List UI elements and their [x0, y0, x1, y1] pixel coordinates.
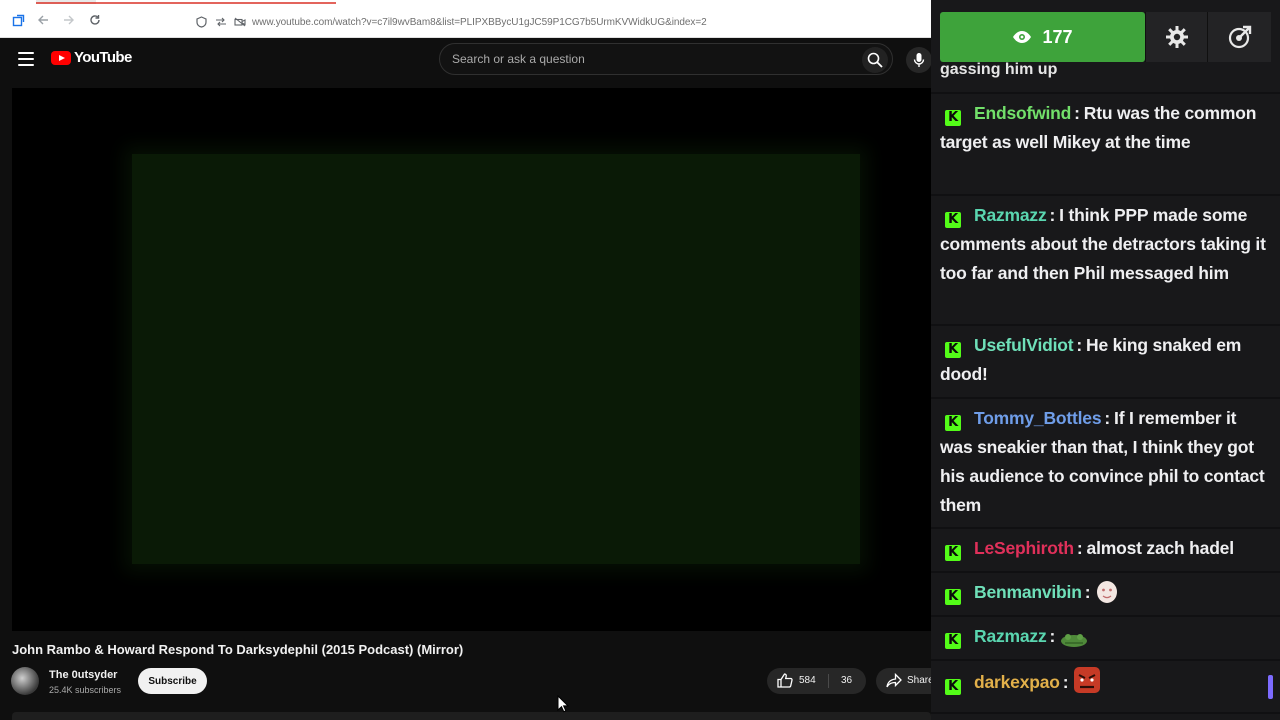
youtube-logo-text: YouTube	[74, 49, 132, 66]
chat-username[interactable]: Razmazz	[974, 205, 1047, 225]
chat-username[interactable]: Endsofwind	[974, 103, 1071, 123]
mouse-cursor-icon	[557, 695, 569, 713]
kick-badge-icon: K	[945, 342, 961, 358]
chat-username[interactable]: Benmanvibin	[974, 582, 1082, 602]
menu-icon[interactable]	[18, 52, 34, 66]
subscribe-button[interactable]: Subscribe	[138, 668, 207, 694]
frog-emote-icon	[1061, 634, 1088, 647]
site-info-icon[interactable]	[195, 16, 208, 29]
chat-divider	[931, 659, 1280, 661]
chat-username[interactable]: Razmazz	[974, 626, 1047, 646]
kick-badge-icon: K	[945, 415, 961, 431]
chat-text: almost zach hadel	[1086, 538, 1235, 558]
thumbs-up-icon	[777, 673, 793, 688]
youtube-logo[interactable]: YouTube	[51, 49, 132, 66]
browser-toolbar: www.youtube.com/watch?v=c7il9wvBam8&list…	[0, 0, 931, 38]
chat-message: K UsefulVidiot: He king snaked em dood!	[940, 335, 1242, 384]
description-box-edge	[12, 712, 931, 720]
like-separator	[828, 674, 829, 688]
search-icon	[867, 52, 883, 68]
share-icon	[886, 673, 902, 688]
forward-icon[interactable]	[62, 13, 76, 27]
chat-divider	[931, 615, 1280, 617]
kick-badge-icon: K	[945, 633, 961, 649]
chat-username[interactable]: LeSephiroth	[974, 538, 1074, 558]
youtube-play-logo-icon	[51, 50, 71, 65]
chat-divider	[931, 194, 1280, 196]
reload-icon[interactable]	[88, 13, 102, 27]
channel-name[interactable]: The 0utsyder	[49, 669, 117, 681]
kick-badge-icon: K	[945, 212, 961, 228]
video-title: John Rambo & Howard Respond To Darksydep…	[12, 642, 464, 657]
kick-badge-icon: K	[945, 679, 961, 695]
back-icon[interactable]	[36, 13, 50, 27]
chat-username[interactable]: UsefulVidiot	[974, 335, 1074, 355]
share-button[interactable]: Share	[876, 668, 934, 694]
chat-overlay: 177 gassing him up K Endsofwind: Rtu was t…	[931, 0, 1280, 720]
search-box[interactable]: Search or ask a question	[439, 43, 893, 75]
subscriber-count: 25.4K subscribers	[49, 685, 122, 695]
chat-message-partial: gassing him up	[940, 62, 1058, 78]
youtube-masthead: YouTube Search or ask a question	[0, 38, 932, 82]
chat-divider	[931, 92, 1280, 94]
chat-settings-button[interactable]	[1145, 12, 1207, 62]
chat-divider	[931, 397, 1280, 399]
kick-badge-icon: K	[945, 110, 961, 126]
gear-icon	[1165, 26, 1188, 48]
kick-badge-icon: K	[945, 589, 961, 605]
chat-message: Kdarkexpao:	[940, 666, 1268, 697]
video-frame[interactable]	[132, 154, 860, 564]
chat-message: K LeSephiroth: almost zach hadel	[940, 534, 1268, 563]
share-label: Share	[907, 675, 934, 686]
search-input[interactable]: Search or ask a question	[452, 52, 585, 66]
tab-strip[interactable]	[36, 0, 336, 4]
chat-divider	[931, 324, 1280, 326]
screen: www.youtube.com/watch?v=c7il9wvBam8&list…	[0, 0, 1280, 720]
address-bar[interactable]: www.youtube.com/watch?v=c7il9wvBam8&list…	[195, 12, 707, 32]
tab-actions-icon[interactable]	[11, 13, 25, 27]
chat-username[interactable]: darkexpao	[974, 672, 1060, 692]
dislike-count[interactable]: 36	[841, 675, 852, 686]
url-text[interactable]: www.youtube.com/watch?v=c7il9wvBam8&list…	[252, 17, 707, 28]
eye-icon	[1013, 31, 1032, 43]
video-player[interactable]	[12, 88, 931, 631]
chat-message: K Tommy_Bottles: If I remember it was snea…	[940, 408, 1265, 515]
chat-message: K Razmazz:	[940, 622, 1268, 651]
chat-divider	[931, 527, 1280, 529]
like-dislike-group: 584 36	[767, 668, 866, 694]
chat-divider	[931, 571, 1280, 573]
search-button[interactable]	[862, 47, 888, 73]
ghost-emote-icon	[1097, 581, 1118, 603]
connection-icon[interactable]	[214, 16, 227, 29]
viewer-count: 177	[1042, 26, 1073, 47]
channel-avatar[interactable]	[11, 667, 39, 695]
viewer-count-badge: 177	[940, 12, 1145, 62]
chat-message: K Endsofwind: Rtu was the common target as…	[940, 103, 1257, 152]
chat-message: K Benmanvibin:	[940, 578, 1268, 607]
chat-divider	[931, 712, 1280, 714]
popout-icon	[1228, 25, 1251, 49]
chat-message: K Razmazz: I think PPP made some comments …	[940, 205, 1266, 283]
camera-blocked-icon[interactable]	[233, 16, 246, 29]
angry-face-emote-icon	[1074, 667, 1101, 693]
chat-username[interactable]: Tommy_Bottles	[974, 408, 1102, 428]
like-count: 584	[799, 675, 816, 686]
mic-icon	[913, 53, 925, 67]
voice-search-button[interactable]	[906, 47, 932, 73]
chat-popout-button[interactable]	[1207, 12, 1271, 62]
chat-scrollbar[interactable]	[1268, 675, 1273, 699]
like-button[interactable]: 584	[777, 673, 816, 688]
kick-badge-icon: K	[945, 545, 961, 561]
